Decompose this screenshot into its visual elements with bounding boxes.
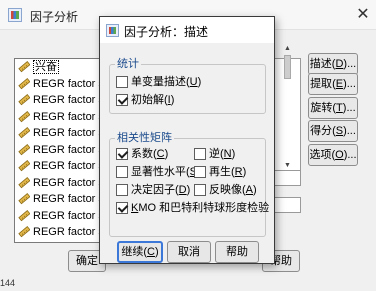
- scale-variable-icon: [18, 143, 31, 156]
- checkbox-box[interactable]: [116, 76, 128, 88]
- checkbox-box[interactable]: [194, 166, 206, 178]
- scale-variable-icon: [18, 127, 31, 139]
- scores-button[interactable]: 得分(S)...: [308, 120, 358, 142]
- variable-label: REGR factor s: [33, 176, 104, 189]
- variable-label: REGR factor s: [33, 127, 104, 139]
- scale-variable-icon: [18, 94, 31, 106]
- descriptives-title: 因子分析：描述: [124, 25, 209, 39]
- close-icon[interactable]: ✕: [350, 0, 376, 30]
- scroll-up-icon[interactable]: ▲: [283, 44, 292, 53]
- variable-list-item[interactable]: REGR factor s: [15, 224, 104, 241]
- variable-list-item[interactable]: 兴奋: [15, 59, 104, 76]
- scale-variable-icon: [18, 160, 31, 172]
- univariate-descriptives-checkbox[interactable]: 单变量描述(U): [116, 76, 201, 90]
- continue-button[interactable]: 继续(C): [117, 241, 163, 263]
- checkbox-box[interactable]: [116, 166, 128, 178]
- reproduced-checkbox[interactable]: 再生(R): [194, 166, 246, 180]
- checkbox-box[interactable]: [194, 148, 206, 160]
- variable-list-item[interactable]: REGR factor s: [15, 208, 104, 225]
- checkbox-box[interactable]: [116, 148, 128, 160]
- variable-label: 兴奋: [33, 60, 59, 74]
- options-button[interactable]: 选项(O)...: [308, 144, 358, 166]
- significance-levels-checkbox[interactable]: 显著性水平(S): [116, 166, 201, 180]
- kmo-bartlett-checkbox[interactable]: KMO 和巴特利特球形度检验: [116, 202, 269, 216]
- correlation-matrix-group: 相关性矩阵 系数(C) 逆(N) 显著性水平(S) 再生(R) 决定因子(D) …: [109, 131, 269, 237]
- statistics-group-label: 统计: [115, 57, 141, 71]
- inverse-checkbox[interactable]: 逆(N): [194, 148, 235, 162]
- scale-variable-icon: [18, 77, 31, 90]
- extract-button[interactable]: 提取(E)...: [308, 73, 358, 95]
- variable-list-item[interactable]: REGR factor s: [15, 175, 104, 192]
- app-icon: [8, 8, 22, 22]
- variable-list-item[interactable]: REGR factor s: [15, 109, 104, 126]
- anti-image-checkbox[interactable]: 反映像(A): [194, 184, 257, 198]
- scale-variable-icon: [18, 176, 31, 189]
- descriptives-titlebar[interactable]: 因子分析：描述: [100, 17, 274, 43]
- variable-label: REGR factor s: [33, 77, 104, 90]
- scale-variable-icon: [18, 193, 31, 205]
- variable-label: REGR factor s: [33, 226, 104, 238]
- selection-variable-field[interactable]: [273, 170, 301, 186]
- variable-list-item[interactable]: REGR factor s: [15, 158, 104, 175]
- help-button[interactable]: 帮助: [215, 241, 259, 263]
- variable-list-item[interactable]: REGR factor s: [15, 76, 104, 93]
- variable-list-item[interactable]: REGR factor s: [15, 125, 104, 142]
- scroll-thumb[interactable]: [284, 55, 291, 79]
- scale-variable-icon: [18, 226, 31, 238]
- app-icon: [106, 24, 119, 37]
- scroll-down-icon[interactable]: ▼: [283, 161, 292, 170]
- corner-label: 144: [0, 278, 16, 288]
- statistics-group: 统计 单变量描述(U) 初始解(I): [109, 57, 266, 114]
- checkbox-box[interactable]: [194, 184, 206, 196]
- rotate-button[interactable]: 旋转(T)...: [308, 97, 358, 119]
- variable-list-item[interactable]: REGR factor s: [15, 142, 104, 159]
- checkbox-box[interactable]: [116, 202, 128, 214]
- variable-label: REGR factor s: [33, 209, 104, 222]
- correlation-matrix-group-label: 相关性矩阵: [115, 131, 174, 145]
- variable-label: REGR factor s: [33, 193, 104, 205]
- selected-list-scrollbar[interactable]: ▲ ▼: [283, 44, 292, 170]
- scale-variable-icon: [18, 209, 31, 222]
- determinant-checkbox[interactable]: 决定因子(D): [116, 184, 190, 198]
- descriptives-dialog: 因子分析：描述 统计 单变量描述(U) 初始解(I) 相关性矩阵 系数(C) 逆…: [99, 16, 275, 264]
- variable-label: REGR factor s: [33, 110, 104, 123]
- variable-list-item[interactable]: REGR factor s: [15, 191, 104, 208]
- variable-list-item[interactable]: REGR factor s: [15, 92, 104, 109]
- checkbox-box[interactable]: [116, 184, 128, 196]
- factor-analysis-title: 因子分析: [30, 10, 79, 24]
- variable-label: REGR factor s: [33, 143, 104, 156]
- describe-button[interactable]: 描述(D)...: [308, 53, 358, 75]
- checkbox-box[interactable]: [116, 94, 128, 106]
- scale-variable-icon: [18, 61, 31, 73]
- cancel-button[interactable]: 取消: [167, 241, 211, 263]
- scale-variable-icon: [18, 110, 31, 123]
- variable-label: REGR factor s: [33, 94, 104, 106]
- coefficients-checkbox[interactable]: 系数(C): [116, 148, 168, 162]
- variable-list[interactable]: 兴奋 REGR factor s REGR factor s REGR factor …: [14, 58, 105, 243]
- initial-solution-checkbox[interactable]: 初始解(I): [116, 94, 174, 108]
- variable-label: REGR factor s: [33, 160, 104, 172]
